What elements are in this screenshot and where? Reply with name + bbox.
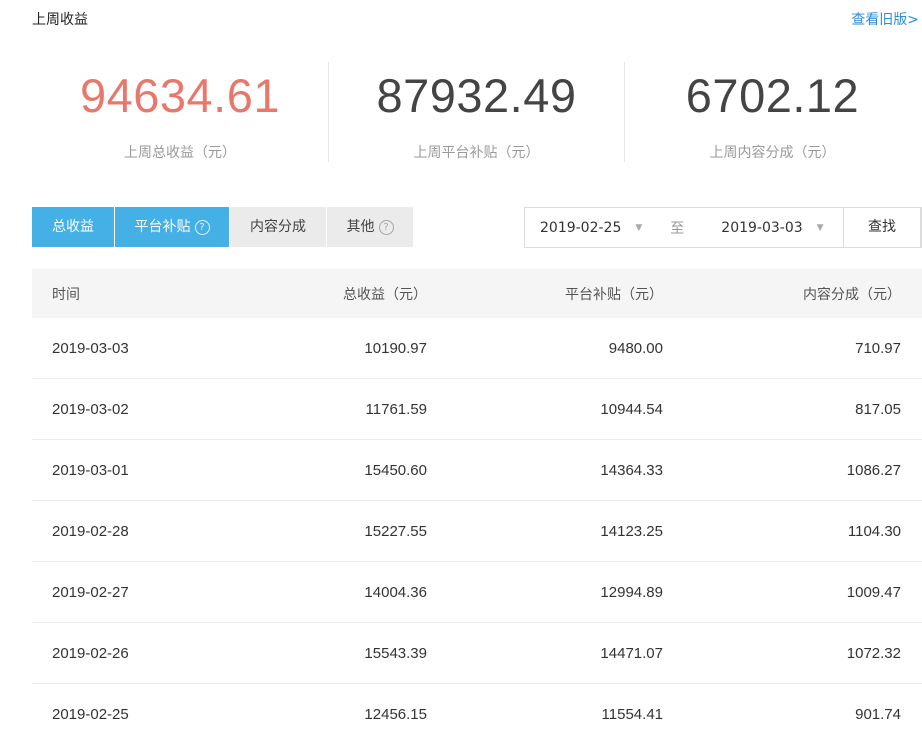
cell-content-share: 901.74: [855, 705, 901, 723]
cell-content-share: 1009.47: [846, 583, 901, 601]
cell-subsidy: 14123.25: [600, 522, 663, 540]
table-row: 2019-03-02 11761.59 10944.54 817.05: [32, 379, 922, 440]
column-header-content-share: 内容分成（元）: [803, 286, 901, 303]
cell-total: 15450.60: [364, 461, 427, 479]
table-row: 2019-03-01 15450.60 14364.33 1086.27: [32, 440, 922, 501]
stat-label: 上周平台补贴（元）: [413, 145, 540, 161]
tab-label: 总收益: [52, 219, 94, 235]
cell-total: 12456.15: [364, 705, 427, 723]
stat-total-income: 94634.61 上周总收益（元）: [32, 62, 328, 162]
cell-content-share: 1072.32: [846, 644, 901, 662]
table-row: 2019-02-26 15543.39 14471.07 1072.32: [32, 623, 922, 684]
stat-content-share: 6702.12 上周内容分成（元）: [624, 62, 920, 162]
cell-subsidy: 12994.89: [600, 583, 663, 601]
cell-total: 15227.55: [364, 522, 427, 540]
stat-value: 87932.49: [376, 69, 577, 122]
help-icon[interactable]: ?: [378, 219, 394, 235]
table-header: 时间 总收益（元） 平台补贴（元） 内容分成（元）: [32, 269, 922, 318]
tab-label: 其他: [346, 219, 375, 235]
view-old-version-link[interactable]: 查看旧版>: [851, 9, 919, 29]
cell-subsidy: 11554.41: [601, 705, 663, 723]
cell-date: 2019-02-27: [52, 583, 129, 601]
table-row: 2019-03-03 10190.97 9480.00 710.97: [32, 318, 922, 379]
tab-content-share[interactable]: 内容分成: [230, 207, 326, 247]
stat-value: 6702.12: [685, 69, 860, 122]
cell-date: 2019-03-01: [52, 461, 129, 479]
help-icon[interactable]: ?: [194, 219, 210, 235]
income-table: 时间 总收益（元） 平台补贴（元） 内容分成（元） 2019-03-03 1019…: [32, 269, 922, 744]
table-row: 2019-02-27 14004.36 12994.89 1009.47: [32, 562, 922, 623]
tab-platform-subsidy[interactable]: 平台补贴 ?: [115, 207, 229, 247]
column-header-total: 总收益（元）: [343, 286, 427, 303]
date-separator: 至: [670, 220, 685, 237]
tab-label: 内容分成: [250, 219, 306, 235]
table-body: 2019-03-03 10190.97 9480.00 710.97 2019-03-0…: [32, 318, 922, 744]
cell-content-share: 1086.27: [846, 461, 901, 479]
cell-date: 2019-03-02: [52, 400, 129, 418]
start-date-value: 2019-02-25: [540, 219, 622, 236]
cell-date: 2019-02-26: [52, 644, 129, 662]
cell-total: 14004.36: [364, 583, 427, 601]
search-button[interactable]: 查找: [843, 207, 921, 248]
cell-total: 11761.59: [365, 400, 427, 418]
end-date-value: 2019-03-03: [721, 219, 803, 236]
cell-content-share: 1104.30: [847, 522, 901, 540]
date-range-picker: 2019-02-25 ▼ 至 2019-03-03 ▼ 查找: [524, 207, 922, 248]
stat-label: 上周内容分成（元）: [709, 145, 836, 161]
table-row: 2019-02-28 15227.55 14123.25 1104.30: [32, 501, 922, 562]
caret-down-icon: ▼: [816, 222, 824, 233]
cell-content-share: 710.97: [855, 339, 901, 357]
cell-total: 10190.97: [364, 339, 427, 357]
cell-subsidy: 14471.07: [600, 644, 663, 662]
cell-date: 2019-02-28: [52, 522, 129, 540]
cell-content-share: 817.05: [855, 400, 901, 418]
cell-total: 15543.39: [364, 644, 427, 662]
column-header-date: 时间: [52, 286, 80, 303]
stat-value: 94634.61: [79, 69, 281, 122]
cell-subsidy: 9480.00: [608, 339, 663, 357]
caret-down-icon: ▼: [635, 222, 643, 233]
column-header-subsidy: 平台补贴（元）: [565, 286, 663, 303]
cell-subsidy: 14364.33: [600, 461, 663, 479]
tab-total-income[interactable]: 总收益: [32, 207, 114, 247]
end-date-select[interactable]: 2019-03-03 ▼: [713, 220, 823, 236]
page-title: 上周收益: [32, 12, 88, 28]
cell-subsidy: 10944.54: [600, 400, 663, 418]
stats-panel: 94634.61 上周总收益（元） 87932.49 上周平台补贴（元） 670…: [32, 62, 922, 162]
cell-date: 2019-03-03: [52, 339, 129, 357]
tab-bar: 总收益 平台补贴 ? 内容分成 其他 ?: [32, 207, 413, 247]
table-row: 2019-02-25 12456.15 11554.41 901.74: [32, 684, 922, 744]
stat-platform-subsidy: 87932.49 上周平台补贴（元）: [328, 62, 624, 162]
stat-label: 上周总收益（元）: [124, 145, 236, 161]
start-date-select[interactable]: 2019-02-25 ▼: [525, 220, 642, 236]
tab-label: 平台补贴: [134, 219, 191, 235]
cell-date: 2019-02-25: [52, 705, 129, 723]
tab-other[interactable]: 其他 ?: [327, 207, 413, 247]
